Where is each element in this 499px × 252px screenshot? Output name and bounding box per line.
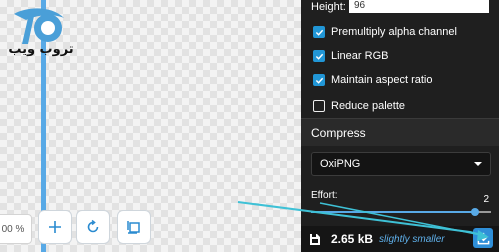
codec-select[interactable]: OxiPNG	[311, 152, 491, 176]
option-label: Linear RGB	[331, 50, 389, 62]
checkbox-checked[interactable]	[313, 50, 325, 62]
download-button[interactable]	[473, 228, 493, 248]
result-size: 2.65 kB	[331, 232, 374, 246]
zoom-level-input[interactable]: 00 %	[0, 214, 32, 244]
image-preview: تروب ويب 00 %	[0, 0, 301, 252]
zoom-level-value: 00 %	[1, 223, 25, 235]
fit-to-screen-button[interactable]	[117, 210, 151, 244]
codec-selected-value: OxiPNG	[320, 158, 361, 170]
crop-icon	[127, 221, 140, 234]
checkbox-unchecked[interactable]	[313, 100, 325, 112]
compress-section-title: Compress	[301, 118, 499, 146]
effort-label: Effort:	[311, 190, 338, 201]
height-input[interactable]	[349, 0, 489, 13]
rotate-icon	[87, 219, 99, 233]
checkmark-icon	[315, 29, 323, 36]
option-premultiply-alpha[interactable]: Premultiply alpha channel	[313, 24, 457, 40]
result-footer: 2.65 kB slightly smaller	[301, 226, 499, 252]
option-reduce-palette[interactable]: Reduce palette	[313, 98, 405, 114]
height-row: Height:	[301, 0, 499, 14]
effort-slider[interactable]	[311, 208, 491, 216]
option-maintain-aspect-ratio[interactable]: Maintain aspect ratio	[313, 72, 433, 88]
option-label: Reduce palette	[331, 100, 405, 112]
checkmark-icon	[315, 77, 323, 84]
result-note: slightly smaller	[379, 233, 445, 245]
effort-slider-thumb[interactable]	[470, 208, 479, 216]
rotate-button[interactable]	[76, 210, 110, 244]
plus-icon	[49, 221, 61, 233]
option-label: Premultiply alpha channel	[331, 26, 457, 38]
checkmark-icon	[315, 53, 323, 60]
download-icon	[477, 232, 489, 244]
logo-text: تروب ويب	[8, 42, 74, 57]
save-icon	[310, 234, 320, 245]
caret-down-icon	[474, 162, 482, 166]
section-title-text: Compress	[311, 125, 366, 140]
height-label: Height:	[311, 1, 346, 13]
zoom-in-button[interactable]	[38, 210, 72, 244]
option-label: Maintain aspect ratio	[331, 74, 433, 86]
effort-value: 2	[483, 194, 489, 205]
checkbox-checked[interactable]	[313, 26, 325, 38]
option-linear-rgb[interactable]: Linear RGB	[313, 48, 388, 64]
options-panel: Height: Premultiply alpha channel Linear…	[301, 0, 499, 252]
effort-slider-fill	[311, 211, 475, 213]
checkbox-checked[interactable]	[313, 74, 325, 86]
